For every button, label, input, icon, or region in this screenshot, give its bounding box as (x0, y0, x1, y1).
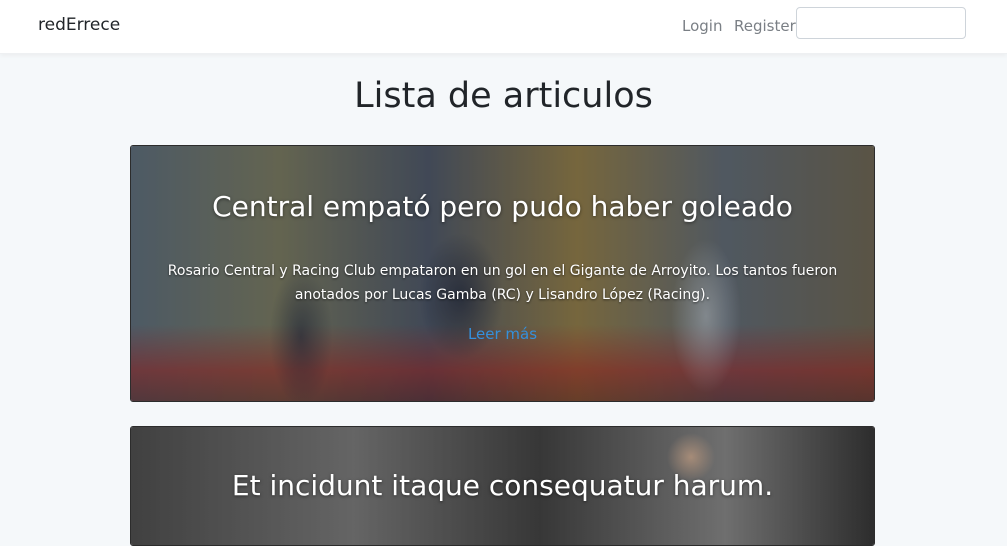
article-summary: Rosario Central y Racing Club empataron … (167, 263, 838, 303)
search-input[interactable] (796, 7, 966, 39)
brand-link[interactable]: redErrece (38, 15, 120, 35)
top-navbar: redErrece Login Register (0, 0, 1007, 54)
register-link[interactable]: Register (734, 17, 796, 35)
page-title: Lista de articulos (354, 76, 653, 116)
article-card: Et incidunt itaque consequatur harum. (130, 426, 875, 546)
read-more-link[interactable]: Leer más (131, 325, 874, 343)
article-card: Central empató pero pudo haber goleado R… (130, 145, 875, 402)
article-title: Central empató pero pudo haber goleado (212, 190, 793, 223)
article-title: Et incidunt itaque consequatur harum. (231, 469, 774, 502)
login-link[interactable]: Login (682, 17, 722, 35)
